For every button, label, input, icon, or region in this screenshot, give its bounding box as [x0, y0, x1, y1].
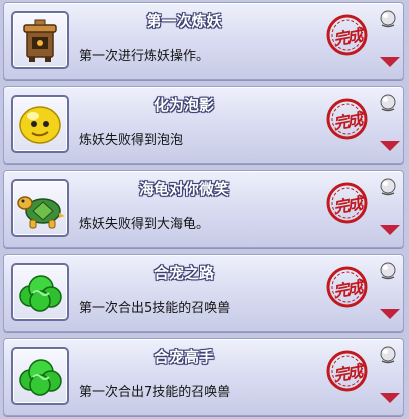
expand-arrow-icon[interactable] — [380, 393, 400, 403]
achievement-description: 第一次合出5技能的召唤兽 — [79, 301, 231, 316]
pearl-icon — [380, 178, 396, 196]
expand-arrow-icon[interactable] — [380, 141, 400, 151]
expand-arrow-icon[interactable] — [380, 57, 400, 67]
completed-stamp: 完成 — [325, 97, 369, 141]
achievement-description: 第一次合出7技能的召唤兽 — [79, 385, 231, 400]
achievement-card[interactable]: 海龟对你微笑 炼妖失败得到大海龟。 完成 — [3, 170, 404, 248]
green-cloud-icon — [11, 347, 69, 405]
pearl-icon — [380, 94, 396, 112]
green-cloud-icon — [11, 263, 69, 321]
achievement-title: 合宠之路 — [153, 264, 214, 282]
pearl-icon — [380, 262, 396, 280]
achievement-title: 合宠高手 — [153, 348, 214, 366]
achievement-title: 海龟对你微笑 — [138, 180, 229, 198]
achievement-list: 第一次炼妖 第一次进行炼妖操作。 完成 化为泡影 炼妖失败得到泡泡 完成 海龟对… — [0, 0, 409, 419]
completed-stamp: 完成 — [325, 13, 369, 57]
achievement-description: 第一次进行炼妖操作。 — [79, 49, 210, 64]
completed-stamp: 完成 — [325, 349, 369, 393]
expand-arrow-icon[interactable] — [380, 225, 400, 235]
completed-stamp: 完成 — [325, 265, 369, 309]
completed-stamp: 完成 — [325, 181, 369, 225]
yellow-bubble-icon — [11, 95, 69, 153]
sea-turtle-icon — [11, 179, 69, 237]
achievement-title: 化为泡影 — [153, 96, 214, 114]
achievement-card[interactable]: 第一次炼妖 第一次进行炼妖操作。 完成 — [3, 2, 404, 80]
achievement-description: 炼妖失败得到泡泡 — [79, 133, 184, 148]
achievement-description: 炼妖失败得到大海龟。 — [79, 217, 210, 232]
achievement-card[interactable]: 合宠之路 第一次合出5技能的召唤兽 完成 — [3, 254, 404, 332]
pearl-icon — [380, 346, 396, 364]
achievement-card[interactable]: 化为泡影 炼妖失败得到泡泡 完成 — [3, 86, 404, 164]
alchemy-furnace-icon — [11, 11, 69, 69]
achievement-card[interactable]: 合宠高手 第一次合出7技能的召唤兽 完成 — [3, 338, 404, 416]
pearl-icon — [380, 10, 396, 28]
expand-arrow-icon[interactable] — [380, 309, 400, 319]
achievement-title: 第一次炼妖 — [146, 12, 222, 30]
